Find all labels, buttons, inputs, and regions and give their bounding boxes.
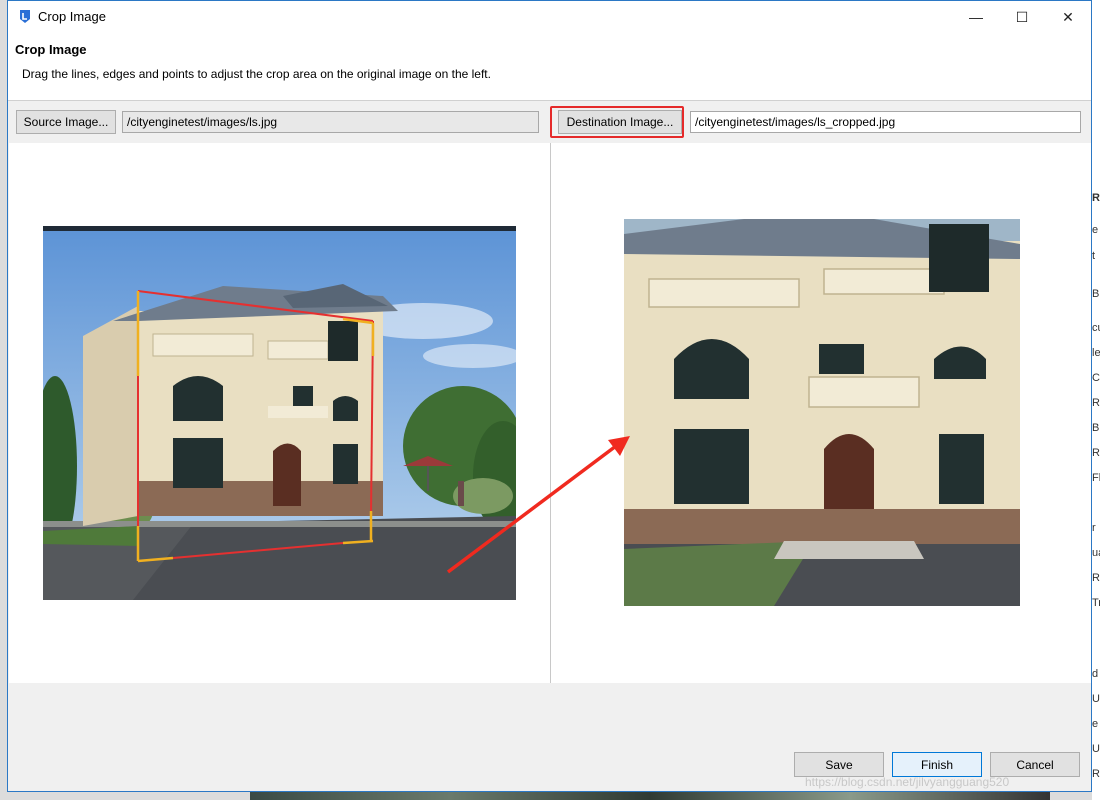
bg-fragment: Ro	[1092, 447, 1100, 459]
minimize-icon: —	[969, 9, 983, 25]
bg-fragment: le	[1092, 347, 1100, 359]
minimize-button[interactable]: —	[953, 1, 999, 33]
cropped-image-panel	[551, 143, 1091, 683]
bg-fragment: ua	[1092, 547, 1100, 559]
bg-fragment: Re	[1092, 572, 1100, 584]
bg-fragment: Ui	[1092, 743, 1100, 755]
close-button[interactable]: ✕	[1045, 1, 1091, 33]
maximize-icon: ☐	[1015, 8, 1029, 25]
bg-fragment: Ri	[1092, 397, 1100, 409]
bg-fragment: Us	[1092, 693, 1100, 705]
save-button[interactable]: Save	[794, 752, 884, 777]
maximize-button[interactable]: ☐	[999, 1, 1045, 33]
bg-fragment: t	[1092, 250, 1096, 262]
dialog-header: Crop Image Drag the lines, edges and poi…	[8, 33, 1091, 101]
source-image-button[interactable]: Source Image...	[16, 110, 116, 134]
original-image-panel	[9, 143, 551, 683]
source-path-field[interactable]: /cityenginetest/images/ls.jpg	[122, 111, 539, 133]
crop-image-dialog: Crop Image — ☐ ✕ Crop Image Drag the lin…	[7, 0, 1092, 792]
cancel-button[interactable]: Cancel	[990, 752, 1080, 777]
bg-fragment: e	[1092, 718, 1099, 730]
bg-fragment: r	[1092, 522, 1096, 534]
title-bar[interactable]: Crop Image — ☐ ✕	[8, 1, 1091, 33]
bg-fragment: Ca	[1092, 372, 1100, 384]
destination-path-field[interactable]: /cityenginetest/images/ls_cropped.jpg	[690, 111, 1081, 133]
window-title: Crop Image	[38, 9, 106, 24]
page-description: Drag the lines, edges and points to adju…	[22, 67, 491, 81]
bg-fragment: R	[1092, 192, 1100, 204]
bg-fragment: B	[1092, 288, 1100, 300]
background-app-bottom	[250, 792, 1050, 800]
bg-fragment: Re	[1092, 768, 1100, 780]
red-arrow-icon	[446, 436, 630, 574]
close-icon: ✕	[1062, 8, 1074, 25]
cropped-house-photo	[624, 219, 1020, 606]
cropped-image	[624, 219, 1020, 606]
page-title: Crop Image	[15, 42, 87, 57]
cityengine-icon	[20, 10, 30, 23]
watermark: https://blog.csdn.net/jilvyangguang520	[805, 775, 1010, 789]
bg-fragment: cu	[1092, 322, 1100, 334]
background-app-strip: p R e t B cu le Ca Ri Bu Ro Fl r ua Re T…	[1092, 0, 1100, 800]
bg-fragment: Fl	[1092, 472, 1100, 484]
bg-fragment: e	[1092, 224, 1099, 236]
finish-button[interactable]: Finish	[892, 752, 982, 777]
bg-fragment: Tr	[1092, 597, 1100, 609]
bg-fragment: d	[1092, 668, 1099, 680]
destination-image-button[interactable]: Destination Image...	[558, 110, 682, 134]
bg-fragment: Bu	[1092, 422, 1100, 434]
